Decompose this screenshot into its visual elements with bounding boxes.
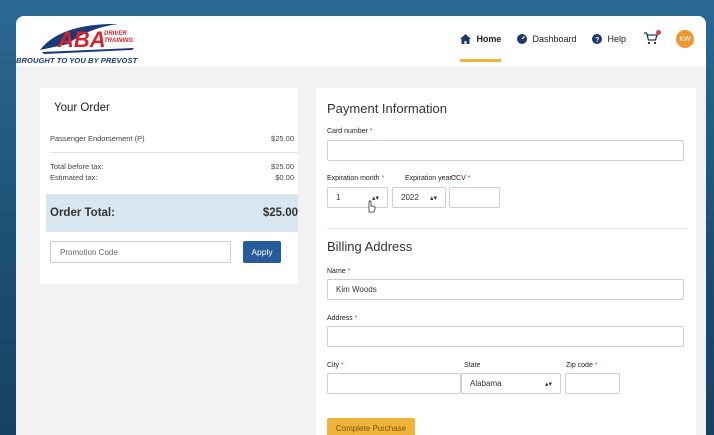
expiration-year-select[interactable]: 2022 ▴▾ bbox=[392, 187, 446, 208]
cart-button[interactable] bbox=[644, 29, 661, 47]
city-label: City * bbox=[327, 362, 344, 369]
tagline: BROUGHT TO YOU BY PREVOST bbox=[16, 56, 138, 65]
total-before-tax-value: $25.00 bbox=[271, 162, 294, 171]
logo-text: ABA bbox=[57, 27, 106, 52]
order-divider bbox=[50, 152, 298, 153]
top-navbar: ABA DRIVER TRAINING BROUGHT TO YOU BY PR… bbox=[16, 16, 706, 66]
order-summary-card: Your Order Passenger Endorsement (P) $25… bbox=[40, 88, 298, 284]
state-label: State bbox=[464, 362, 481, 369]
card-number-label: Card number * bbox=[327, 128, 373, 135]
apply-button[interactable]: Apply bbox=[243, 241, 281, 263]
billing-title: Billing Address bbox=[327, 239, 413, 254]
zip-code-label: Zip code * bbox=[566, 362, 598, 369]
payment-title: Payment Information bbox=[327, 101, 447, 116]
main-nav: Home Dashboard ? Help KW bbox=[444, 26, 694, 62]
order-title: Your Order bbox=[54, 102, 110, 114]
nav-help-label: Help bbox=[607, 34, 626, 44]
aba-logo[interactable]: ABA DRIVER TRAINING bbox=[38, 20, 148, 60]
select-arrows-icon: ▴▾ bbox=[544, 380, 552, 388]
cart-badge bbox=[656, 29, 661, 35]
expiration-month-label: Expiration month * bbox=[327, 175, 385, 182]
section-divider bbox=[327, 228, 688, 229]
home-icon bbox=[460, 34, 472, 44]
state-value: Alabama bbox=[470, 379, 502, 388]
logo-graphic: ABA DRIVER TRAINING bbox=[40, 24, 134, 54]
expiration-month-select[interactable]: 1 ▴▾ bbox=[327, 187, 388, 208]
city-input[interactable] bbox=[327, 373, 461, 394]
content-area: Your Order Passenger Endorsement (P) $25… bbox=[16, 66, 706, 435]
order-total-value: $25.00 bbox=[262, 207, 298, 219]
ccv-input[interactable] bbox=[449, 187, 500, 208]
order-total-label: Order Total: bbox=[50, 207, 115, 219]
total-before-tax-label: Total before tax: bbox=[50, 162, 104, 171]
total-before-tax-row: Total before tax: $25.00 bbox=[50, 162, 294, 171]
select-arrows-icon: ▴▾ bbox=[429, 194, 437, 202]
order-total-bar: Order Total: $25.00 bbox=[46, 194, 298, 232]
nav-dashboard-label: Dashboard bbox=[532, 34, 577, 44]
svg-text:?: ? bbox=[596, 37, 600, 44]
avatar[interactable]: KW bbox=[676, 30, 694, 48]
dashboard-icon bbox=[517, 34, 528, 44]
app-window: ABA DRIVER TRAINING BROUGHT TO YOU BY PR… bbox=[16, 16, 706, 435]
svg-text:TRAINING: TRAINING bbox=[104, 38, 133, 44]
estimated-tax-value: $0.00 bbox=[275, 173, 294, 182]
state-select[interactable]: Alabama ▴▾ bbox=[461, 373, 561, 394]
item-price: $25.00 bbox=[271, 134, 294, 143]
nav-dashboard[interactable]: Dashboard bbox=[517, 26, 576, 52]
payment-card: Payment Information Card number * Expira… bbox=[316, 88, 696, 435]
nav-help[interactable]: ? Help bbox=[592, 26, 626, 52]
zip-code-input[interactable] bbox=[565, 373, 620, 394]
card-number-input[interactable] bbox=[327, 140, 684, 161]
item-label: Passenger Endorsement (P) bbox=[50, 134, 145, 143]
order-line-item: Passenger Endorsement (P) $25.00 bbox=[50, 134, 294, 143]
estimated-tax-row: Estimated tax: $0.00 bbox=[50, 173, 294, 182]
name-label: Name * bbox=[327, 268, 351, 275]
complete-purchase-button[interactable]: Complete Purchase bbox=[327, 418, 415, 435]
ccv-label: CCV * bbox=[451, 175, 471, 182]
expiration-year-label: Expiration year * bbox=[405, 175, 457, 182]
address-input[interactable] bbox=[327, 326, 684, 347]
promotion-code-input[interactable]: Promotion Code bbox=[50, 241, 231, 263]
nav-home[interactable]: Home bbox=[460, 26, 502, 62]
exp-month-value: 1 bbox=[336, 193, 341, 202]
nav-home-label: Home bbox=[476, 34, 502, 44]
estimated-tax-label: Estimated tax: bbox=[50, 173, 98, 182]
svg-text:DRIVER: DRIVER bbox=[104, 31, 127, 37]
name-input[interactable]: Kim Woods bbox=[327, 279, 684, 300]
hand-cursor-icon bbox=[368, 200, 376, 213]
address-label: Address * bbox=[327, 315, 358, 322]
exp-year-value: 2022 bbox=[401, 193, 419, 202]
help-icon: ? bbox=[592, 34, 603, 44]
